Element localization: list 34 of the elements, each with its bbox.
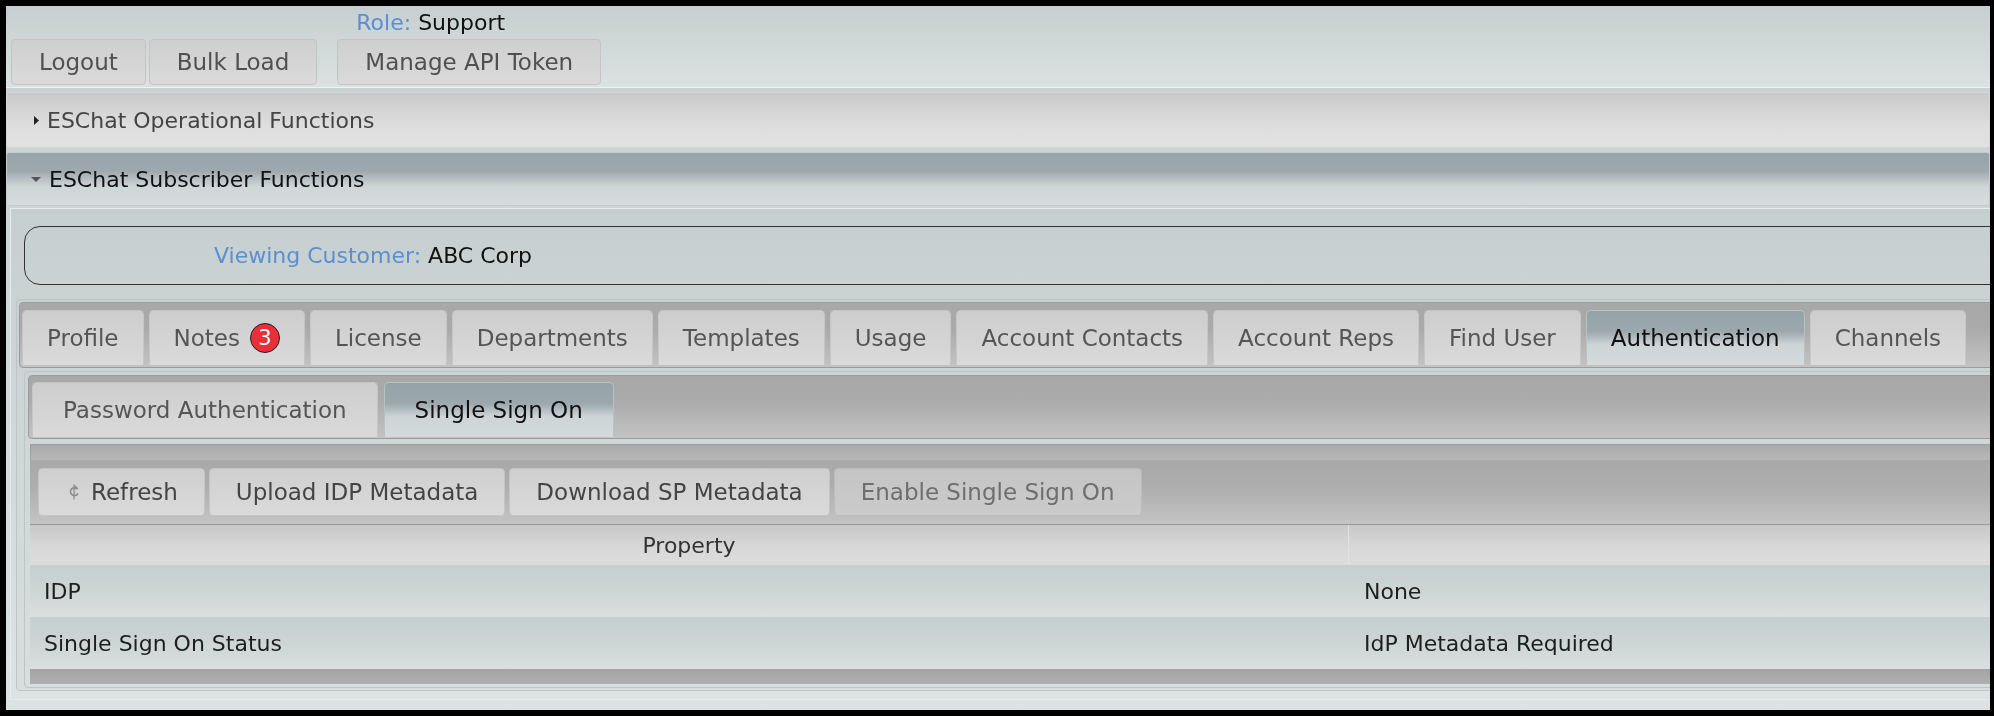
tab[interactable]: Channels [1809, 310, 1967, 365]
count-badge: 3 [249, 323, 280, 353]
role-label: Role: [356, 10, 412, 35]
tab[interactable]: Notes 3 [148, 310, 305, 365]
table-cell: IdP Metadata Required [1364, 630, 1614, 656]
customer-label: Viewing Customer: [214, 243, 422, 268]
customer-name: ABC Corp [428, 243, 533, 268]
tab[interactable]: Single Sign On [383, 382, 614, 437]
tab[interactable]: Authentication [1585, 310, 1805, 365]
toolbar-button[interactable]: Download SP Metadata [509, 468, 830, 516]
tab[interactable]: Usage [829, 310, 952, 365]
role-value: Support [418, 10, 506, 35]
tab[interactable]: Profile [22, 310, 144, 365]
accordion-header[interactable]: ESChat Operational Functions [6, 92, 1990, 148]
header-button[interactable]: Logout [11, 39, 146, 85]
accordion-header[interactable]: ESChat Subscriber Functions [6, 152, 1990, 206]
refresh-icon [68, 484, 80, 500]
caret-right-icon [34, 115, 39, 125]
table-cell: IDP [44, 578, 81, 604]
header-button[interactable]: Bulk Load [148, 39, 318, 85]
tab[interactable]: Departments [451, 310, 653, 365]
tab[interactable]: Templates [657, 310, 825, 365]
tab[interactable]: Find User [1423, 310, 1581, 365]
table-cell: None [1364, 578, 1422, 604]
toolbar-button[interactable]: Upload IDP Metadata [208, 468, 506, 516]
tab[interactable]: License [309, 310, 447, 365]
tab[interactable]: Account Reps [1213, 310, 1419, 365]
manage-token-button[interactable]: Manage API Token [337, 39, 602, 85]
toolbar-button[interactable]: Refresh [38, 468, 205, 516]
tab[interactable]: Account Contacts [956, 310, 1209, 365]
tab[interactable]: Password Authentication [32, 382, 378, 437]
table-cell: Single Sign On Status [44, 630, 282, 656]
caret-down-icon [31, 176, 41, 182]
column-header: Property [641, 531, 737, 560]
